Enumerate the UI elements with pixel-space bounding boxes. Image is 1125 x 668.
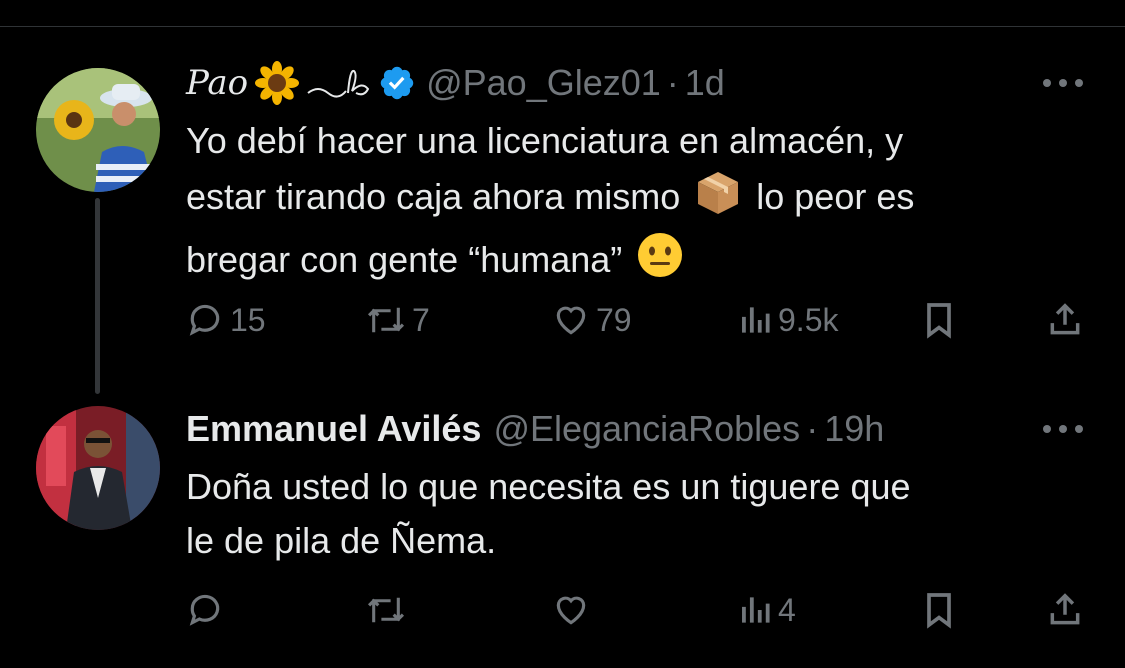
share-button[interactable] xyxy=(1046,296,1084,344)
reply-icon xyxy=(189,594,220,626)
like-count: 79 xyxy=(596,301,632,338)
tweet-header: Emmanuel Avilés @EleganciaRobles · 19h xyxy=(186,404,884,454)
repost-icon xyxy=(367,307,405,333)
timestamp[interactable]: 1d xyxy=(685,62,725,104)
decorative-swirl-icon xyxy=(306,63,370,103)
views-button[interactable]: 9.5k xyxy=(738,296,838,344)
user-handle[interactable]: @EleganciaRobles xyxy=(493,408,800,450)
repost-button[interactable]: 7 xyxy=(366,296,430,344)
bookmark-button[interactable] xyxy=(922,296,956,344)
more-options-icon[interactable] xyxy=(1041,404,1085,454)
like-button[interactable]: 79 xyxy=(552,296,632,344)
repost-count: 7 xyxy=(412,301,430,338)
analytics-icon xyxy=(742,597,770,623)
views-button[interactable]: 4 xyxy=(738,586,796,634)
tweet-actions: 4 xyxy=(186,586,1086,634)
tweet-text-line: Doña usted lo que necesita es un tiguere… xyxy=(186,466,911,507)
avatar-pao[interactable] xyxy=(36,68,160,192)
reply-button[interactable]: 15 xyxy=(186,296,266,344)
display-name[interactable]: Pao xyxy=(186,63,248,103)
display-name[interactable]: Emmanuel Avilés xyxy=(186,408,481,450)
share-icon xyxy=(1050,303,1080,335)
reply-count: 15 xyxy=(230,301,266,338)
tweet-text-line-2: estar tirando caja ahora mismo lo peor e… xyxy=(186,168,1086,231)
repost-icon xyxy=(367,597,405,623)
sunflower-icon xyxy=(254,60,300,106)
tweet-text: Yo debí hacer una licenciatura en almacé… xyxy=(186,114,1086,294)
avatar-emmanuel[interactable] xyxy=(36,406,160,530)
neutral-face-icon xyxy=(636,231,684,294)
tweet-text-segment: estar tirando caja ahora mismo xyxy=(186,176,681,218)
separator-dot: · xyxy=(666,62,679,103)
tweet-text-line-2: le de pila de Ñema. xyxy=(186,520,497,561)
reply-button[interactable] xyxy=(186,586,230,634)
heart-icon xyxy=(556,306,586,335)
view-count: 4 xyxy=(778,591,796,628)
user-handle[interactable]: @Pao_Glez01 xyxy=(426,62,661,104)
verified-badge-icon xyxy=(378,64,416,102)
bookmark-button[interactable] xyxy=(922,586,956,634)
heart-icon xyxy=(556,596,586,625)
reply-icon xyxy=(189,304,220,336)
separator-dot: · xyxy=(806,408,819,449)
more-options-icon[interactable] xyxy=(1041,58,1085,108)
tweet-text-line: Yo debí hacer una licenciatura en almacé… xyxy=(186,120,904,161)
thread-connector-line xyxy=(95,198,100,394)
tweet-text-segment-3: bregar con gente “humana” xyxy=(186,239,623,281)
timestamp[interactable]: 19h xyxy=(824,408,884,450)
package-icon xyxy=(694,168,742,231)
repost-button[interactable] xyxy=(366,586,412,634)
analytics-icon xyxy=(742,307,770,333)
tweet-header: Pao @Pao_Glez01 · 1d xyxy=(186,58,725,108)
like-button[interactable] xyxy=(552,586,596,634)
bookmark-icon xyxy=(927,593,951,629)
tweet-text-line-3: bregar con gente “humana” xyxy=(186,231,1086,294)
tweet-text-segment-2: lo peor es xyxy=(756,176,915,218)
tweet-text: Doña usted lo que necesita es un tiguere… xyxy=(186,460,1086,568)
bookmark-icon xyxy=(927,303,951,339)
view-count: 9.5k xyxy=(778,301,839,338)
tweet-actions: 15 7 79 9.5k xyxy=(186,296,1086,344)
share-button[interactable] xyxy=(1046,586,1084,634)
top-divider xyxy=(0,26,1125,27)
share-icon xyxy=(1050,593,1080,625)
